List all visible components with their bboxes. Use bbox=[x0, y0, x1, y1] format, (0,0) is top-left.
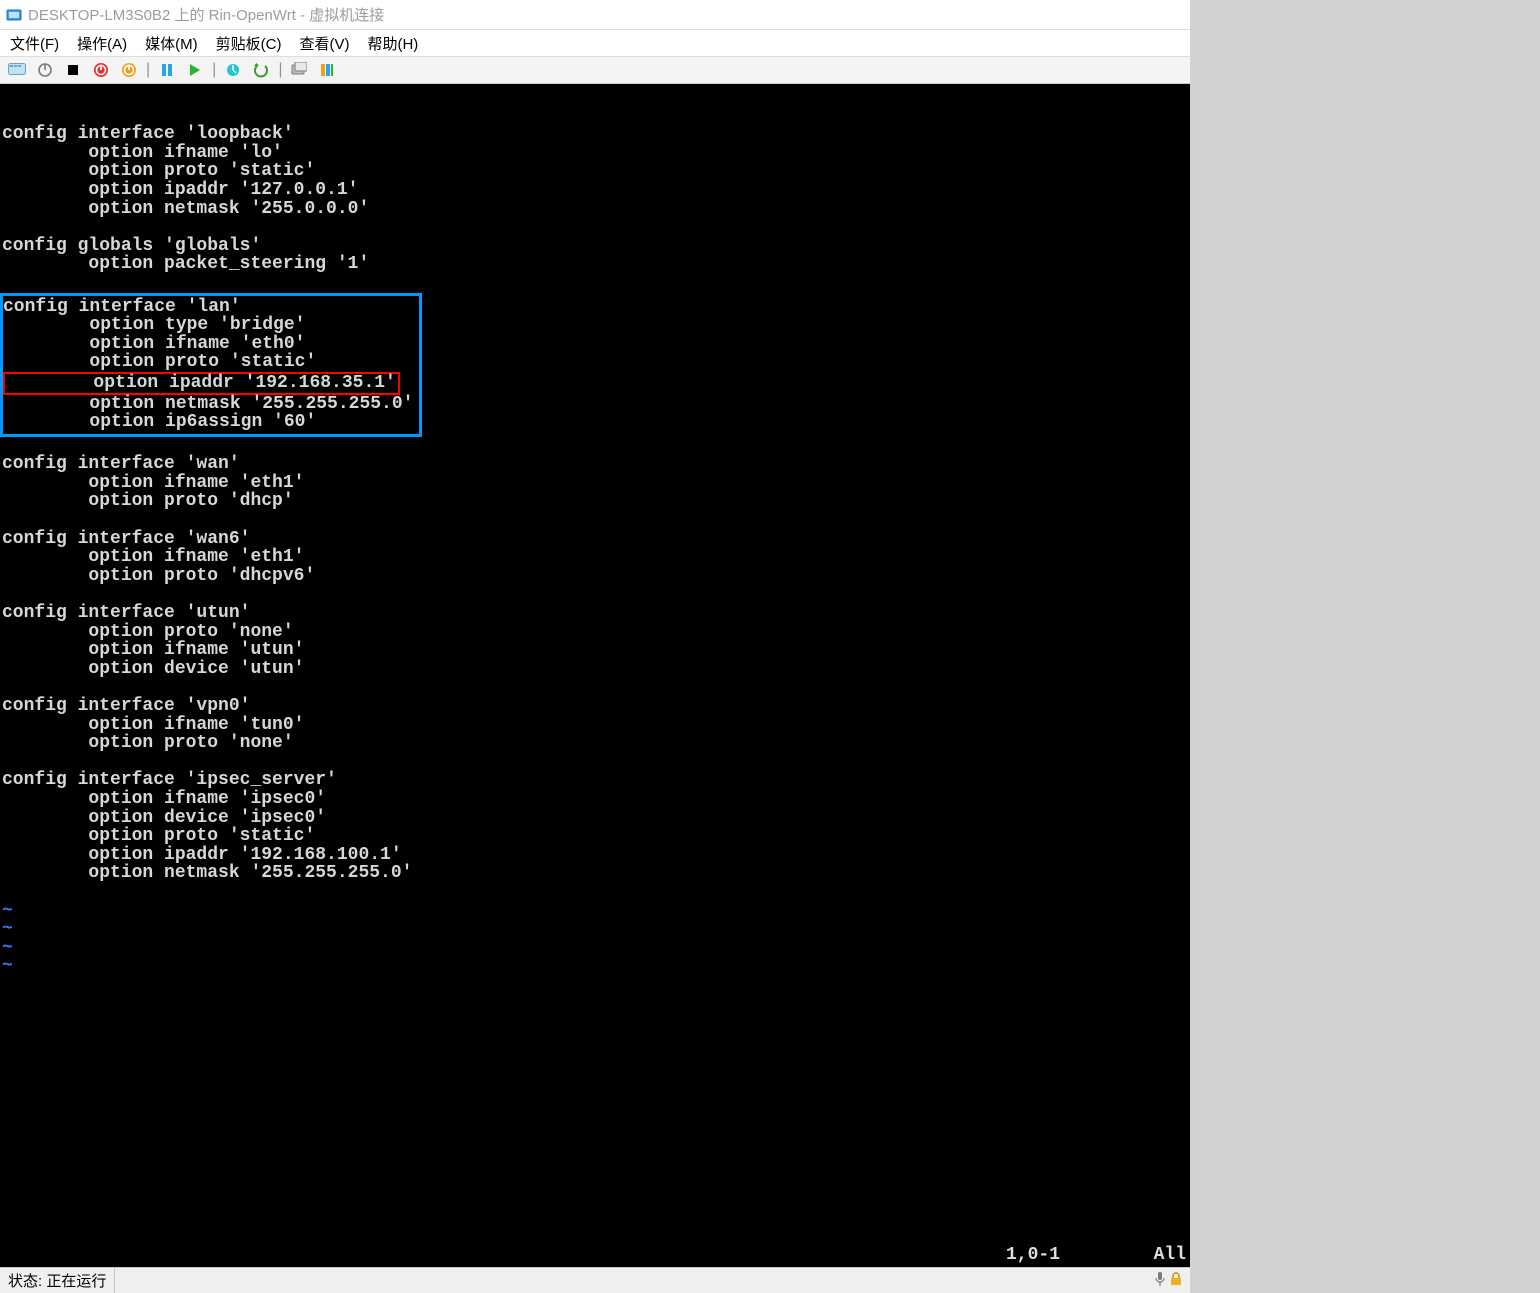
cfg-utun-header: config interface 'utun' bbox=[2, 603, 250, 623]
vim-tilde: ~ bbox=[2, 938, 13, 958]
cfg-lan-ipaddr: option ipaddr '192.168.35.1' bbox=[7, 373, 396, 393]
ctrl-alt-del-icon[interactable] bbox=[6, 59, 28, 81]
toolbar-separator: | bbox=[212, 61, 216, 79]
cfg-lan-ifname: option ifname 'eth0' bbox=[3, 334, 305, 354]
cfg-lan-proto: option proto 'static' bbox=[3, 352, 316, 372]
blank-line bbox=[2, 510, 13, 530]
revert-icon[interactable] bbox=[250, 59, 272, 81]
cfg-ipsec-netmask: option netmask '255.255.255.0' bbox=[2, 863, 412, 883]
cfg-lan-ip6assign: option ip6assign '60' bbox=[3, 412, 316, 432]
blank-line bbox=[2, 273, 13, 293]
snapshot-icon[interactable] bbox=[222, 59, 244, 81]
toolbar-separator: | bbox=[146, 61, 150, 79]
lan-highlight-box: config interface 'lan' option type 'brid… bbox=[0, 293, 422, 437]
cfg-globals-header: config globals 'globals' bbox=[2, 236, 261, 256]
window-title: DESKTOP-LM3S0B2 上的 Rin-OpenWrt - 虚拟机连接 bbox=[28, 4, 384, 25]
cfg-loopback-ipaddr: option ipaddr '127.0.0.1' bbox=[2, 180, 358, 200]
shutdown-icon[interactable] bbox=[90, 59, 112, 81]
enhanced-session-icon[interactable] bbox=[288, 59, 310, 81]
share-icon[interactable] bbox=[316, 59, 338, 81]
blank-line bbox=[2, 677, 13, 697]
cfg-globals-pkt: option packet_steering '1' bbox=[2, 254, 369, 274]
cfg-lan-header: config interface 'lan' bbox=[3, 297, 241, 317]
cfg-wan6-ifname: option ifname 'eth1' bbox=[2, 547, 304, 567]
blank-line bbox=[2, 436, 13, 456]
cfg-wan-proto: option proto 'dhcp' bbox=[2, 491, 294, 511]
cfg-loopback-ifname: option ifname 'lo' bbox=[2, 143, 283, 163]
cfg-wan-header: config interface 'wan' bbox=[2, 454, 240, 474]
cfg-loopback-netmask: option netmask '255.0.0.0' bbox=[2, 199, 369, 219]
vim-tilde: ~ bbox=[2, 919, 13, 939]
cfg-lan-netmask: option netmask '255.255.255.0' bbox=[3, 394, 413, 414]
lock-icon bbox=[1170, 1272, 1182, 1290]
menu-file[interactable]: 文件(F) bbox=[10, 33, 59, 54]
cfg-ipsec-device: option device 'ipsec0' bbox=[2, 808, 326, 828]
cfg-wan6-header: config interface 'wan6' bbox=[2, 529, 250, 549]
menu-help[interactable]: 帮助(H) bbox=[367, 33, 418, 54]
desktop-background bbox=[1190, 0, 1540, 1293]
menu-media[interactable]: 媒体(M) bbox=[145, 33, 198, 54]
menu-view[interactable]: 查看(V) bbox=[299, 33, 349, 54]
start-icon[interactable] bbox=[184, 59, 206, 81]
vim-status-line: 1,0-1 All bbox=[0, 1246, 1190, 1267]
pause-icon[interactable] bbox=[156, 59, 178, 81]
blank-line bbox=[2, 882, 13, 902]
menu-clipboard[interactable]: 剪贴板(C) bbox=[216, 33, 282, 54]
input-indicator bbox=[1146, 1268, 1190, 1293]
cfg-utun-proto: option proto 'none' bbox=[2, 622, 294, 642]
toolbar-separator: | bbox=[278, 61, 282, 79]
cfg-ipsec-header: config interface 'ipsec_server' bbox=[2, 770, 337, 790]
statusbar: 状态: 正在运行 bbox=[0, 1267, 1190, 1293]
cfg-vpn0-proto: option proto 'none' bbox=[2, 733, 294, 753]
vm-status: 状态: 正在运行 bbox=[0, 1268, 115, 1293]
terminal[interactable]: config interface 'loopback' option ifnam… bbox=[0, 84, 1190, 1267]
cfg-utun-device: option device 'utun' bbox=[2, 659, 304, 679]
blank-line bbox=[2, 217, 13, 237]
cfg-utun-ifname: option ifname 'utun' bbox=[2, 640, 304, 660]
menu-action[interactable]: 操作(A) bbox=[77, 33, 127, 54]
lan-ipaddr-highlight: option ipaddr '192.168.35.1' bbox=[3, 372, 400, 395]
vim-status-left bbox=[0, 1246, 1006, 1265]
cfg-wan6-proto: option proto 'dhcpv6' bbox=[2, 566, 315, 586]
cfg-vpn0-ifname: option ifname 'tun0' bbox=[2, 715, 304, 735]
cfg-ipsec-ipaddr: option ipaddr '192.168.100.1' bbox=[2, 845, 402, 865]
reset-icon[interactable] bbox=[118, 59, 140, 81]
cfg-loopback-proto: option proto 'static' bbox=[2, 161, 315, 181]
vim-tilde: ~ bbox=[2, 956, 13, 976]
cfg-wan-ifname: option ifname 'eth1' bbox=[2, 473, 304, 493]
microphone-icon bbox=[1154, 1271, 1166, 1291]
cfg-lan-type: option type 'bridge' bbox=[3, 315, 305, 335]
stop-icon[interactable] bbox=[62, 59, 84, 81]
cfg-loopback-header: config interface 'loopback' bbox=[2, 124, 294, 144]
cfg-ipsec-ifname: option ifname 'ipsec0' bbox=[2, 789, 326, 809]
app-icon bbox=[6, 7, 22, 23]
power-icon[interactable] bbox=[34, 59, 56, 81]
blank-line bbox=[2, 752, 13, 772]
vim-scroll-position: All bbox=[1146, 1246, 1186, 1265]
vim-cursor-position: 1,0-1 bbox=[1006, 1246, 1146, 1265]
vim-tilde: ~ bbox=[2, 901, 13, 921]
cfg-vpn0-header: config interface 'vpn0' bbox=[2, 696, 250, 716]
blank-line bbox=[2, 584, 13, 604]
cfg-ipsec-proto: option proto 'static' bbox=[2, 826, 315, 846]
blank-line bbox=[2, 106, 13, 126]
